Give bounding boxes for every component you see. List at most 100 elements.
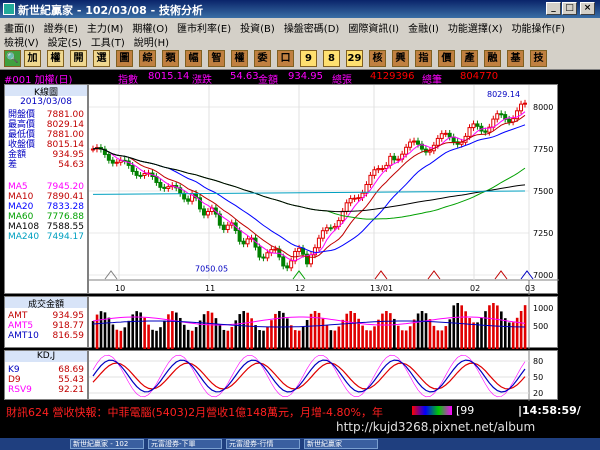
volume-bar [337, 326, 341, 349]
toolbar-button-15[interactable]: 核 [369, 50, 386, 67]
legend-row: 金額 934.95 [8, 150, 84, 160]
legend-row: 最高價 8029.14 [8, 120, 84, 130]
toolbar-button-2[interactable]: 開 [70, 50, 87, 67]
candle-body [356, 197, 361, 200]
toolbar-button-3[interactable]: 選 [93, 50, 110, 67]
toolbar-button-9[interactable]: 權 [231, 50, 248, 67]
menu-item-4[interactable]: 匯市利率(E) [177, 24, 231, 35]
toolbar-button-21[interactable]: 基 [507, 50, 524, 67]
volume-bar [143, 317, 146, 349]
candle-body [499, 113, 504, 116]
toolbar-button-17[interactable]: 指 [415, 50, 432, 67]
legend-value: 7588.55 [46, 222, 84, 232]
candle-body [142, 172, 147, 176]
volume-bar [436, 330, 440, 349]
legend-value: 7945.20 [46, 182, 84, 192]
toolbar-button-8[interactable]: 智 [208, 50, 225, 67]
taskbar-item-0[interactable]: 新世紀贏家 - 102 [70, 439, 144, 449]
toolbar-button-16[interactable]: 興 [392, 50, 409, 67]
menu-item-10[interactable]: 功能操作(F) [512, 24, 566, 35]
candle-body [166, 186, 171, 189]
legend-row: 開盤價 7881.00 [8, 110, 84, 120]
kd-chart[interactable]: 80 50 20 [88, 350, 558, 401]
volume-bar [325, 325, 329, 349]
toolbar-button-11[interactable]: 口 [277, 50, 294, 67]
menu-item-6[interactable]: 操盤密碼(D) [284, 24, 340, 35]
toolbar-button-14[interactable]: 29 [346, 50, 363, 67]
legend-value: 7776.88 [46, 212, 84, 222]
candle-body [447, 132, 452, 138]
toolbar-button-12[interactable]: 9 [300, 50, 317, 67]
volume-bar [373, 326, 376, 349]
window-titlebar: 新世紀贏家 - 102/03/08 - 技術分析 _ □ × [0, 0, 600, 18]
search-button[interactable]: 🔍 [4, 50, 21, 67]
candle-body [316, 237, 321, 249]
legend-label: 收盤價 [8, 140, 36, 150]
max-price-label: 8029.14 [487, 90, 520, 99]
legend-label: K9 [8, 365, 20, 375]
menu-item-9[interactable]: 功能選擇(X) [448, 24, 503, 35]
candle-body [427, 150, 432, 153]
kd-tick-label: 50 [533, 373, 543, 382]
amount-value: 934.95 [288, 71, 323, 82]
x-tick-label: 02 [470, 284, 480, 293]
legend-label: D9 [8, 375, 21, 385]
legend-row: 差 54.63 [8, 160, 84, 170]
toolbar-button-22[interactable]: 技 [530, 50, 547, 67]
candle-body [293, 250, 298, 262]
volume-bar [393, 318, 396, 349]
close-button[interactable]: × [580, 2, 595, 15]
toolbar-button-20[interactable]: 融 [484, 50, 501, 67]
legend-row: AMT 934.95 [8, 311, 84, 321]
price-chart[interactable]: 8000 7750 7500 7250 7000 10 11 12 13/01 02 03 8029.… [88, 84, 559, 295]
minimize-button[interactable]: _ [546, 2, 561, 15]
volume-bar [250, 318, 253, 349]
volume-chart-canvas: 1000 500 [91, 297, 553, 349]
volume-bar [353, 313, 356, 349]
toolbar-button-6[interactable]: 類 [162, 50, 179, 67]
color-legend [412, 406, 452, 415]
volume-bar [111, 324, 115, 349]
candle-body [451, 136, 456, 143]
volume-bar [301, 326, 305, 349]
toolbar-button-13[interactable]: 8 [323, 50, 340, 67]
candle-body [372, 169, 377, 176]
toolbar-button-4[interactable]: 圖 [116, 50, 133, 67]
menu-item-5[interactable]: 投資(B) [240, 24, 275, 35]
toolbar-button-19[interactable]: 產 [461, 50, 478, 67]
volume-bar [480, 317, 483, 349]
volume-bar [468, 318, 471, 349]
legend-row: MA60 7776.88 [8, 212, 84, 222]
legend-row: RSV9 92.21 [8, 385, 84, 395]
legend-value: 68.69 [58, 365, 84, 375]
legend-label: AMT [8, 311, 28, 321]
volume-bar [420, 311, 424, 349]
toolbar-button-7[interactable]: 幅 [185, 50, 202, 67]
menu-item-7[interactable]: 國際資訊(I) [348, 24, 399, 35]
legend-row: 收盤價 8015.14 [8, 140, 84, 150]
legend-value: 918.77 [52, 321, 85, 331]
taskbar-item-2[interactable]: 元富證券-行情 [226, 439, 300, 449]
candle-body [396, 158, 401, 161]
change-value: 54.63 [230, 71, 259, 82]
candle-body [114, 161, 119, 164]
volume-bar [321, 318, 325, 349]
ticker-code-value: 99 [460, 404, 475, 417]
taskbar-item-1[interactable]: 元富證券-下單 [148, 439, 222, 449]
toolbar-button-1[interactable]: 權 [47, 50, 64, 67]
toolbar-button-18[interactable]: 價 [438, 50, 455, 67]
volume-bar [412, 319, 416, 349]
volume-bar [428, 319, 432, 349]
maximize-button[interactable]: □ [562, 2, 577, 15]
url-watermark-bar: http://kujd3268.pixnet.net/album [0, 418, 600, 438]
menu-item-8[interactable]: 金融(I) [408, 24, 439, 35]
volume-bar [329, 330, 333, 349]
toolbar-button-5[interactable]: 綜 [139, 50, 156, 67]
kline-date: 2013/03/08 [20, 97, 72, 107]
volume-bar [163, 320, 166, 349]
volume-chart[interactable]: 1000 500 [88, 296, 558, 349]
toolbar-button-10[interactable]: 委 [254, 50, 271, 67]
taskbar-item-3[interactable]: 新世紀贏家 [304, 439, 378, 449]
volume-bar [254, 325, 257, 349]
toolbar-button-0[interactable]: 加 [24, 50, 41, 67]
